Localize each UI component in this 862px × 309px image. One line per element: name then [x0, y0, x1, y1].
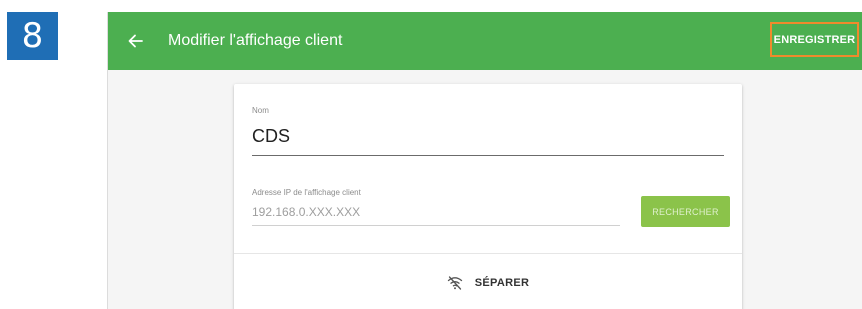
- ip-address-underline: [252, 225, 620, 226]
- name-field-underline: [252, 155, 724, 156]
- ip-address-input[interactable]: [252, 204, 620, 220]
- search-button[interactable]: RECHERCHER: [641, 196, 730, 227]
- app-screen: Modifier l'affichage client ENREGISTRER …: [107, 12, 862, 309]
- separate-button[interactable]: SÉPARER: [234, 254, 742, 309]
- name-field[interactable]: CDS: [252, 126, 290, 147]
- app-toolbar: Modifier l'affichage client ENREGISTRER: [108, 12, 862, 70]
- edit-form-card: Nom CDS Adresse IP de l'affichage client…: [234, 84, 742, 309]
- ip-address-label: Adresse IP de l'affichage client: [252, 188, 361, 197]
- name-field-label: Nom: [252, 106, 269, 115]
- page-title: Modifier l'affichage client: [168, 32, 343, 49]
- step-number-badge: 8: [7, 12, 58, 60]
- separate-label: SÉPARER: [474, 277, 530, 289]
- arrow-left-icon[interactable]: [126, 29, 146, 53]
- save-button[interactable]: ENREGISTRER: [770, 22, 859, 57]
- wifi-off-icon: [447, 276, 462, 290]
